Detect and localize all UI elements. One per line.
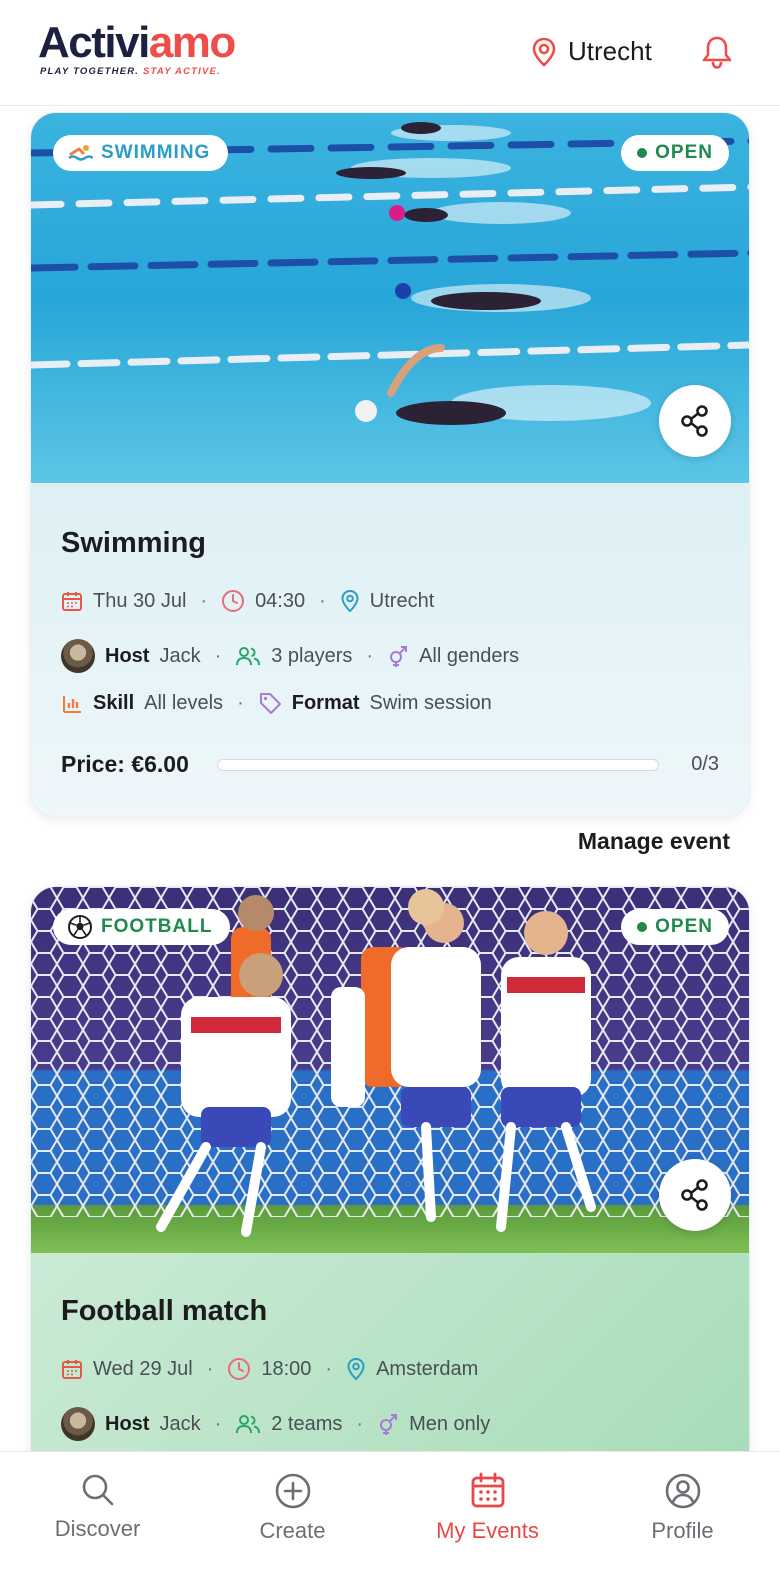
calendar-icon <box>62 1360 82 1379</box>
format-label: Format <box>291 691 360 714</box>
host-name: Jack <box>159 644 201 667</box>
tab-my-events-label: My Events <box>436 1518 539 1543</box>
share-button[interactable] <box>659 385 731 457</box>
tab-profile[interactable]: Profile <box>585 1452 780 1595</box>
event-location: Amsterdam <box>376 1357 479 1380</box>
tag-icon <box>259 693 281 714</box>
event-date: Thu 30 Jul <box>93 589 187 612</box>
location-selector[interactable]: Utrecht <box>532 36 652 67</box>
share-icon <box>681 1179 708 1211</box>
sport-badge: FOOTBALL <box>53 909 231 945</box>
calendar-icon <box>471 1472 504 1508</box>
event-date: Wed 29 Jul <box>93 1357 193 1380</box>
swimmer-icon <box>68 145 93 161</box>
tagline-part2: STAY ACTIVE. <box>143 66 221 77</box>
tagline-part1: PLAY TOGETHER. <box>40 66 140 77</box>
event-time: 04:30 <box>255 589 306 612</box>
event-location: Utrecht <box>369 589 435 612</box>
map-pin-icon <box>532 37 556 67</box>
event-host-row: Host Jack · 2 teams · Men only <box>61 1407 490 1441</box>
bar-chart-icon <box>63 696 81 713</box>
users-icon <box>236 647 261 666</box>
event-host-row: Host Jack · 3 players · All genders <box>61 639 519 673</box>
teams-count: 2 teams <box>271 1412 343 1435</box>
event-card-swimming[interactable]: SWIMMING OPEN Swimming Thu 30 Jul · 04:3… <box>30 112 750 818</box>
capacity-progress <box>217 759 659 771</box>
users-icon <box>236 1415 261 1434</box>
gender-policy: All genders <box>419 644 520 667</box>
share-button[interactable] <box>659 1159 731 1231</box>
event-title: Football match <box>61 1295 268 1327</box>
skill-label: Skill <box>93 691 135 714</box>
bell-icon <box>702 36 732 69</box>
sport-label: FOOTBALL <box>101 916 213 937</box>
gender-icon <box>390 646 408 667</box>
event-title: Swimming <box>61 527 207 559</box>
app-header: Activiamo PLAY TOGETHER. STAY ACTIVE. Ut… <box>0 0 780 106</box>
event-card-football[interactable]: FOOTBALL OPEN Football match Wed 29 Jul … <box>30 886 750 1486</box>
bottom-tab-bar: Discover Create My Events Profile <box>0 1451 780 1595</box>
clock-icon <box>222 590 245 612</box>
capacity-count: 0/3 <box>691 753 719 775</box>
tab-profile-label: Profile <box>651 1518 714 1543</box>
notifications-button[interactable] <box>700 34 734 75</box>
location-icon <box>347 1357 365 1381</box>
user-circle-icon <box>665 1473 700 1509</box>
event-image: SWIMMING OPEN <box>31 113 749 483</box>
event-time: 18:00 <box>261 1357 312 1380</box>
search-icon <box>82 1474 113 1506</box>
tab-discover[interactable]: Discover <box>0 1452 195 1595</box>
tab-my-events[interactable]: My Events <box>390 1452 585 1595</box>
status-dot <box>637 148 648 158</box>
app-logo[interactable]: Activiamo PLAY TOGETHER. STAY ACTIVE. <box>38 18 236 77</box>
location-icon <box>341 589 359 613</box>
host-label: Host <box>105 644 150 667</box>
tab-create-label: Create <box>259 1518 326 1543</box>
status-badge: OPEN <box>621 909 729 945</box>
host-avatar[interactable] <box>61 1407 95 1441</box>
soccer-ball-icon <box>68 915 92 939</box>
sport-badge: SWIMMING <box>53 135 229 171</box>
plus-circle-icon <box>275 1473 310 1509</box>
players-count: 3 players <box>271 644 353 667</box>
event-skill-format-row: Skill All levels · Format Swim session <box>61 691 492 715</box>
format-value: Swim session <box>369 691 492 714</box>
share-icon <box>681 405 708 437</box>
event-when-where: Wed 29 Jul · 18:00 · Amsterdam <box>61 1357 478 1381</box>
event-price: Price: €6.00 <box>61 751 189 777</box>
status-dot <box>637 922 648 932</box>
sport-label: SWIMMING <box>101 142 211 163</box>
manage-event-button[interactable]: Manage event <box>578 828 730 855</box>
tab-create[interactable]: Create <box>195 1452 390 1595</box>
host-avatar[interactable] <box>61 639 95 673</box>
status-badge: OPEN <box>621 135 729 171</box>
skill-value: All levels <box>144 691 224 714</box>
status-text: OPEN <box>655 916 713 937</box>
host-name: Jack <box>159 1412 201 1435</box>
host-label: Host <box>105 1412 150 1435</box>
event-image: FOOTBALL OPEN <box>31 887 749 1253</box>
calendar-icon <box>62 592 82 611</box>
status-text: OPEN <box>655 142 713 163</box>
gender-icon <box>380 1414 398 1435</box>
current-location: Utrecht <box>568 36 652 66</box>
tab-discover-label: Discover <box>54 1516 141 1541</box>
clock-icon <box>228 1358 251 1380</box>
logo-text-part1: Activi <box>38 18 150 67</box>
logo-text-part2: amo <box>148 18 236 67</box>
gender-policy: Men only <box>409 1412 491 1435</box>
event-when-where: Thu 30 Jul · 04:30 · Utrecht <box>61 589 434 613</box>
